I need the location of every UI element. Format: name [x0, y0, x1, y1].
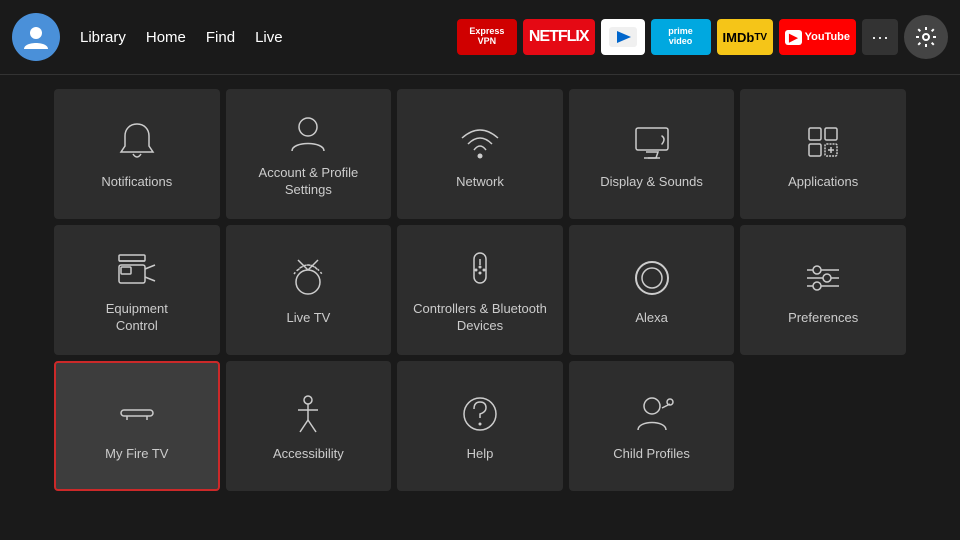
expressvpn-button[interactable]: ExpressVPN [457, 19, 517, 55]
settings-grid: Notifications Account & ProfileSettings … [0, 75, 960, 505]
nav-home[interactable]: Home [146, 29, 186, 46]
netflix-button[interactable]: NETFLIX [523, 19, 595, 55]
label-display-sounds: Display & Sounds [600, 174, 703, 191]
top-nav: Library Home Find Live ExpressVPN NETFLI… [0, 0, 960, 75]
grid-item-accessibility[interactable]: Accessibility [226, 361, 392, 491]
primevideo-button[interactable]: primevideo [651, 19, 711, 55]
grid-item-notifications[interactable]: Notifications [54, 89, 220, 219]
grid-item-account-profile[interactable]: Account & ProfileSettings [226, 89, 392, 219]
label-notifications: Notifications [101, 174, 172, 191]
freeplay-button[interactable] [601, 19, 645, 55]
grid-item-child-profiles[interactable]: Child Profiles [569, 361, 735, 491]
label-applications: Applications [788, 174, 858, 191]
youtube-button[interactable]: ▶ YouTube [779, 19, 856, 55]
label-account-profile: Account & ProfileSettings [259, 165, 359, 199]
grid-item-controllers[interactable]: Controllers & BluetoothDevices [397, 225, 563, 355]
grid-item-alexa[interactable]: Alexa [569, 225, 735, 355]
nav-library[interactable]: Library [80, 29, 126, 46]
grid-item-applications[interactable]: Applications [740, 89, 906, 219]
grid-item-my-fire-tv[interactable]: My Fire TV [54, 361, 220, 491]
label-equipment-control: EquipmentControl [106, 301, 168, 335]
grid-item-network[interactable]: Network [397, 89, 563, 219]
label-preferences: Preferences [788, 310, 858, 327]
label-accessibility: Accessibility [273, 446, 344, 463]
more-apps-button[interactable]: ··· [862, 19, 898, 55]
label-live-tv: Live TV [286, 310, 330, 327]
label-alexa: Alexa [635, 310, 668, 327]
settings-button[interactable] [904, 15, 948, 59]
label-help: Help [467, 446, 494, 463]
grid-item-live-tv[interactable]: Live TV [226, 225, 392, 355]
label-network: Network [456, 174, 504, 191]
app-icons: ExpressVPN NETFLIX primevideo IMDb TV ▶ … [457, 15, 948, 59]
label-controllers: Controllers & BluetoothDevices [413, 301, 547, 335]
grid-item-equipment-control[interactable]: EquipmentControl [54, 225, 220, 355]
label-child-profiles: Child Profiles [613, 446, 690, 463]
grid-item-help[interactable]: Help [397, 361, 563, 491]
label-my-fire-tv: My Fire TV [105, 446, 168, 463]
grid-item-display-sounds[interactable]: Display & Sounds [569, 89, 735, 219]
nav-links: Library Home Find Live [80, 29, 283, 46]
grid-item-preferences[interactable]: Preferences [740, 225, 906, 355]
nav-live[interactable]: Live [255, 29, 283, 46]
imdbtv-button[interactable]: IMDb TV [717, 19, 774, 55]
avatar[interactable] [12, 13, 60, 61]
nav-find[interactable]: Find [206, 29, 235, 46]
